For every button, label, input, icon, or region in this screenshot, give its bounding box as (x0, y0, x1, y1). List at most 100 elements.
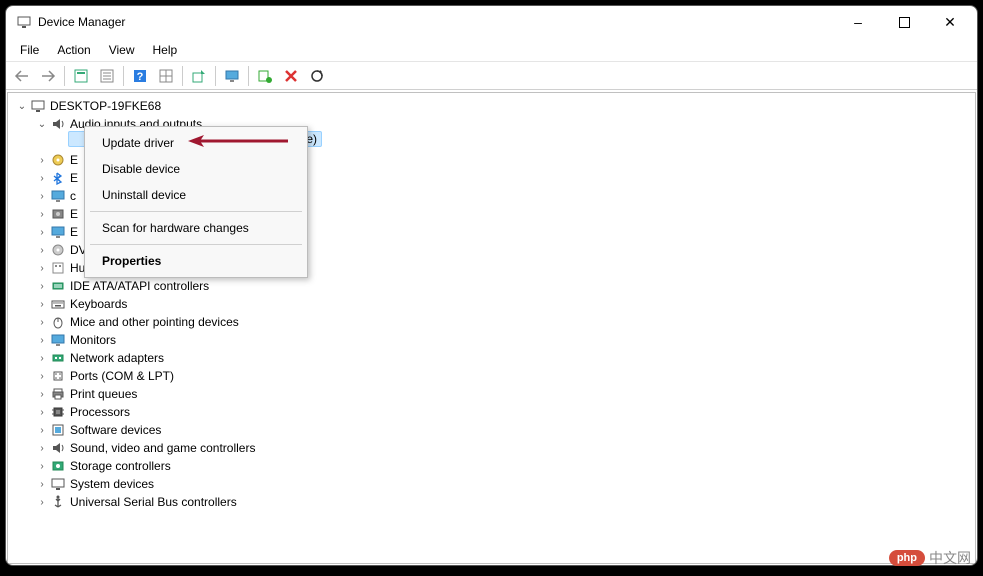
chevron-right-icon[interactable]: › (34, 260, 50, 276)
chevron-right-icon[interactable]: › (34, 494, 50, 510)
enable-button[interactable] (253, 64, 277, 88)
menubar: File Action View Help (6, 38, 977, 62)
help-button[interactable]: ? (128, 64, 152, 88)
category-label: Sound, video and game controllers (70, 441, 255, 455)
category-label: Mice and other pointing devices (70, 315, 239, 329)
tree-category[interactable]: › Software devices (10, 421, 973, 439)
chevron-down-icon[interactable]: ⌄ (34, 116, 50, 132)
context-menu-item[interactable]: Scan for hardware changes (88, 215, 304, 241)
mouse-icon (50, 314, 66, 330)
chevron-right-icon[interactable]: › (34, 314, 50, 330)
forward-button[interactable] (36, 64, 60, 88)
context-menu: Update driverDisable deviceUninstall dev… (84, 126, 308, 278)
tree-category[interactable]: › Sound, video and game controllers (10, 439, 973, 457)
tree-category[interactable]: ›Network adapters (10, 349, 973, 367)
keyboard-icon (50, 296, 66, 312)
chevron-right-icon[interactable]: › (34, 224, 50, 240)
category-label: E (70, 171, 78, 185)
context-menu-item[interactable]: Uninstall device (88, 182, 304, 208)
monitor-device-icon (50, 332, 66, 348)
disable-button[interactable] (279, 64, 303, 88)
properties-button[interactable] (95, 64, 119, 88)
chevron-right-icon[interactable]: › (34, 422, 50, 438)
chevron-right-icon[interactable]: › (34, 296, 50, 312)
toolbar-separator (215, 66, 216, 86)
window-title: Device Manager (38, 15, 125, 29)
printer-icon (50, 386, 66, 402)
chevron-right-icon[interactable]: › (34, 440, 50, 456)
port-icon (50, 368, 66, 384)
menu-help[interactable]: Help (145, 41, 186, 59)
menu-file[interactable]: File (12, 41, 47, 59)
context-menu-item[interactable]: Properties (88, 248, 304, 274)
category-label: Monitors (70, 333, 116, 347)
tree-category[interactable]: ›Storage controllers (10, 457, 973, 475)
chevron-right-icon[interactable]: › (34, 458, 50, 474)
hid-icon (50, 260, 66, 276)
context-menu-item[interactable]: Disable device (88, 156, 304, 182)
category-label: E (70, 225, 78, 239)
tree-category[interactable]: › Ports (COM & LPT) (10, 367, 973, 385)
toolbar: ? (6, 62, 977, 90)
toolbar-separator (248, 66, 249, 86)
chevron-right-icon[interactable]: › (34, 404, 50, 420)
category-label: IDE ATA/ATAPI controllers (70, 279, 209, 293)
titlebar: Device Manager – ✕ (6, 6, 977, 38)
chevron-right-icon[interactable]: › (34, 242, 50, 258)
tree-category[interactable]: › Keyboards (10, 295, 973, 313)
menu-action[interactable]: Action (49, 41, 98, 59)
category-label: Print queues (70, 387, 137, 401)
chevron-right-icon[interactable]: › (34, 206, 50, 222)
ide-icon (50, 278, 66, 294)
close-button[interactable]: ✕ (927, 6, 973, 38)
show-hidden-button[interactable] (69, 64, 93, 88)
root-label: DESKTOP-19FKE68 (50, 99, 161, 113)
maximize-button[interactable] (881, 6, 927, 38)
scan-button[interactable] (305, 64, 329, 88)
menu-view[interactable]: View (101, 41, 143, 59)
monitor-device-icon (50, 188, 66, 204)
grid-button[interactable] (154, 64, 178, 88)
watermark-text: 中文网 (929, 548, 971, 568)
chevron-right-icon[interactable]: › (34, 188, 50, 204)
minimize-button[interactable]: – (835, 6, 881, 38)
update-driver-button[interactable] (187, 64, 211, 88)
storage-icon (50, 458, 66, 474)
php-badge: php (889, 550, 925, 566)
category-label: Keyboards (70, 297, 127, 311)
chevron-right-icon[interactable]: › (34, 386, 50, 402)
chevron-right-icon[interactable]: › (34, 278, 50, 294)
chevron-right-icon[interactable]: › (34, 170, 50, 186)
category-label: Software devices (70, 423, 161, 437)
chevron-right-icon[interactable]: › (34, 368, 50, 384)
tree-category[interactable]: › IDE ATA/ATAPI controllers (10, 277, 973, 295)
watermark: php 中文网 (889, 548, 971, 568)
category-label: Universal Serial Bus controllers (70, 495, 237, 509)
tree-category[interactable]: ›Processors (10, 403, 973, 421)
monitor-button[interactable] (220, 64, 244, 88)
chevron-right-icon[interactable]: › (34, 332, 50, 348)
cpu-icon (50, 404, 66, 420)
tree-category[interactable]: › Mice and other pointing devices (10, 313, 973, 331)
back-button[interactable] (10, 64, 34, 88)
chevron-down-icon[interactable]: ⌄ (14, 98, 30, 114)
usb-icon (50, 494, 66, 510)
software-icon (50, 422, 66, 438)
category-label: Ports (COM & LPT) (70, 369, 174, 383)
network-icon (50, 350, 66, 366)
context-menu-item[interactable]: Update driver (88, 130, 304, 156)
tree-root[interactable]: ⌄ DESKTOP-19FKE68 (10, 97, 973, 115)
tree-category[interactable]: › Print queues (10, 385, 973, 403)
chevron-right-icon[interactable]: › (34, 350, 50, 366)
chevron-right-icon[interactable]: › (34, 476, 50, 492)
system-icon (50, 476, 66, 492)
chevron-right-icon[interactable]: › (34, 152, 50, 168)
display-adapter-icon (50, 224, 66, 240)
app-icon (16, 14, 32, 30)
tree-category[interactable]: ›System devices (10, 475, 973, 493)
tree-category[interactable]: › Monitors (10, 331, 973, 349)
tree-category[interactable]: › Universal Serial Bus controllers (10, 493, 973, 511)
toolbar-separator (182, 66, 183, 86)
bluetooth-icon (50, 170, 66, 186)
category-label: E (70, 153, 78, 167)
